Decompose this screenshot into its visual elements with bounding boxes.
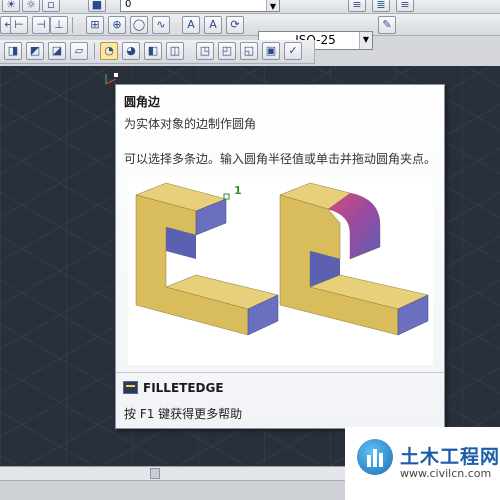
- layer-properties-icon[interactable]: ≡: [348, 0, 366, 12]
- shell-icon[interactable]: ▣: [262, 42, 280, 60]
- dim-update-icon[interactable]: ⟳: [226, 16, 244, 34]
- center-mark-icon[interactable]: ⊕: [108, 16, 126, 34]
- edge-grip: [223, 193, 230, 200]
- dim-style-icon[interactable]: ✎: [378, 16, 396, 34]
- union-icon[interactable]: ◨: [4, 42, 22, 60]
- fillet-illustration: 1: [128, 177, 433, 365]
- extrude-faces-icon[interactable]: ▱: [70, 42, 88, 60]
- fillet-edge-icon[interactable]: ◔: [100, 42, 118, 60]
- dim-text-edit-icon[interactable]: A: [204, 16, 222, 34]
- separator: [72, 17, 73, 33]
- chamfer-edge-icon[interactable]: ◕: [122, 42, 140, 60]
- tooltip-description: 为实体对象的边制作圆角: [124, 117, 257, 131]
- layer-combo[interactable]: 0 ▼: [120, 0, 280, 12]
- tooltip-title: 圆角边: [124, 95, 161, 109]
- watermark-title: 土木工程网: [400, 446, 500, 468]
- watermark-logo: 土木工程网 www.civilcn.com: [345, 427, 500, 500]
- scroll-thumb[interactable]: [150, 468, 160, 479]
- layer-value: 0: [125, 0, 132, 10]
- jogged-linear-icon[interactable]: ∿: [152, 16, 170, 34]
- toolbar-row-1: ☀ ☼ ▫ ■ 0 ▼ ≡ ≣ ≡: [0, 0, 500, 14]
- dim-ordinate-icon[interactable]: ⊢: [10, 16, 28, 34]
- chevron-down-icon[interactable]: ▼: [266, 0, 279, 11]
- divider: [116, 372, 444, 373]
- layer-previous-icon[interactable]: ≡: [396, 0, 414, 12]
- freeze-icon[interactable]: ☼: [22, 0, 40, 12]
- dim-quick-icon[interactable]: ⊞: [86, 16, 104, 34]
- lightbulb-icon[interactable]: ☀: [2, 0, 20, 12]
- intersect-icon[interactable]: ◪: [48, 42, 66, 60]
- color-edges-icon[interactable]: ◧: [144, 42, 162, 60]
- callout-label: 1: [234, 184, 242, 197]
- watermark-url: www.civilcn.com: [400, 467, 492, 480]
- tooltip-extended-help: 可以选择多条边。输入圆角半径值或单击并拖动圆角夹点。: [124, 152, 437, 166]
- tooltip-help-hint: 按 F1 键获得更多帮助: [124, 407, 243, 421]
- separate-icon[interactable]: ◱: [240, 42, 258, 60]
- layer-color-icon[interactable]: ■: [88, 0, 106, 12]
- dim-edit-icon[interactable]: A: [182, 16, 200, 34]
- toolbar-row-solid-editing: ◨ ◩ ◪ ▱ ◔ ◕ ◧ ◫ ◳ ◰ ◱ ▣ ✓: [0, 40, 315, 64]
- command-tooltip: 圆角边 为实体对象的边制作圆角 可以选择多条边。输入圆角半径值或单击并拖动圆角夹…: [115, 84, 445, 429]
- inspect-icon[interactable]: ◯: [130, 16, 148, 34]
- watermark-mark-icon: [357, 439, 393, 475]
- copy-edges-icon[interactable]: ◫: [166, 42, 184, 60]
- dim-baseline-icon[interactable]: ⊣: [32, 16, 50, 34]
- clean-icon[interactable]: ◰: [218, 42, 236, 60]
- subtract-icon[interactable]: ◩: [26, 42, 44, 60]
- tooltip-command-name: FILLETEDGE: [143, 381, 224, 395]
- chevron-down-icon[interactable]: ▼: [359, 32, 372, 49]
- status-bar: [0, 480, 345, 500]
- toolbar-row-dimension: ↔ ⊢ ⊣ ⊥ ⊞ ⊕ ◯ ∿ A A ⟳ ISO-25 ▼ ✎: [0, 14, 500, 50]
- command-line-icon: [123, 381, 138, 394]
- toolbar-area: ☀ ☼ ▫ ■ 0 ▼ ≡ ≣ ≡ ↔ ⊢ ⊣ ⊥ ⊞ ⊕ ◯ ∿ A A ⟳ …: [0, 0, 500, 66]
- horizontal-scrollbar[interactable]: [0, 466, 345, 480]
- dim-continue-icon[interactable]: ⊥: [50, 16, 68, 34]
- separator: [94, 43, 95, 59]
- lock-icon[interactable]: ▫: [42, 0, 60, 12]
- solid-front-face: [135, 194, 249, 336]
- imprint-icon[interactable]: ◳: [196, 42, 214, 60]
- check-icon[interactable]: ✓: [284, 42, 302, 60]
- layer-states-icon[interactable]: ≣: [372, 0, 390, 12]
